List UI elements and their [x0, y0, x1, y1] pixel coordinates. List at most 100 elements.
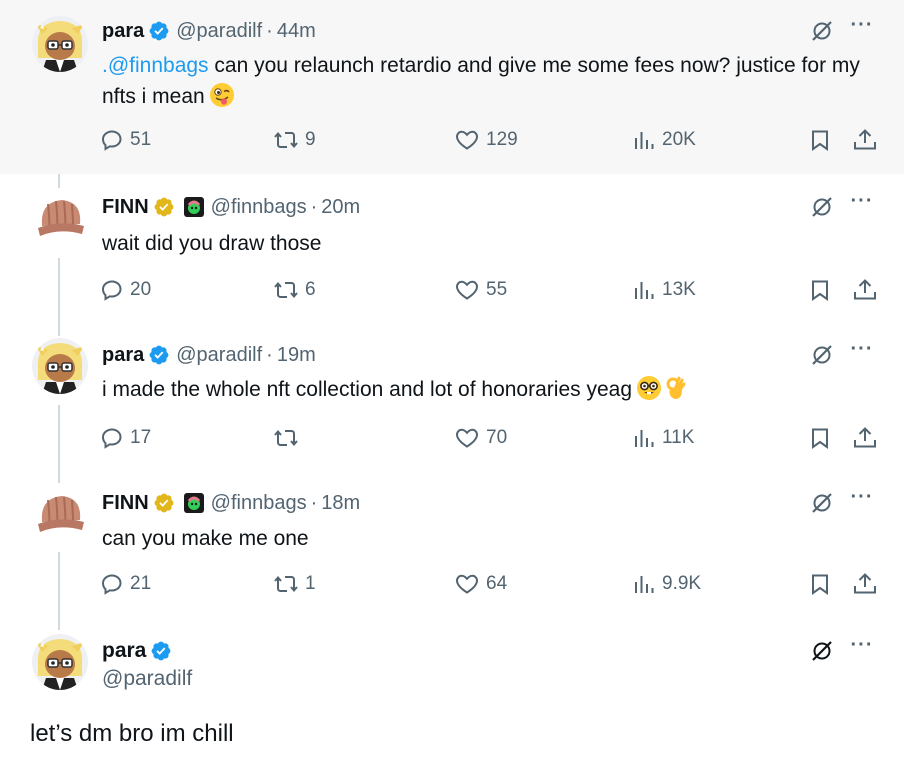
views-count: 11K: [662, 427, 695, 448]
reply-button[interactable]: 51: [100, 128, 151, 152]
user-handle[interactable]: @paradilf: [176, 344, 262, 367]
heart-icon: [455, 574, 479, 594]
avatar-finn[interactable]: [32, 190, 88, 246]
retweet-button[interactable]: 9: [273, 128, 316, 152]
tweet-finn-1[interactable]: FINN @finnbags · 20m ··· wait did you dr…: [0, 174, 904, 322]
grok-icon[interactable]: [810, 19, 834, 43]
timestamp[interactable]: 19m: [277, 344, 316, 367]
user-handle[interactable]: @paradilf: [102, 665, 192, 693]
share-button[interactable]: [852, 426, 878, 450]
heart-icon: [455, 428, 479, 448]
like-button[interactable]: 129: [454, 128, 518, 152]
tweet-para-2[interactable]: para @paradilf · 19m ··· i made the whol…: [0, 322, 904, 470]
avatar-para[interactable]: [32, 338, 88, 394]
reply-button[interactable]: 17: [100, 426, 151, 450]
user-handle[interactable]: @paradilf: [176, 20, 262, 43]
user-handle[interactable]: @finnbags: [211, 196, 307, 219]
like-count: 64: [486, 573, 508, 594]
display-name[interactable]: para: [102, 639, 146, 663]
views-button[interactable]: 11K: [632, 426, 694, 450]
tweet-text: can you make me one: [102, 527, 309, 550]
reply-count: 51: [130, 129, 152, 150]
display-name[interactable]: FINN: [102, 196, 149, 219]
mention-link[interactable]: .@finnbags: [102, 54, 209, 77]
separator: ·: [310, 491, 318, 514]
views-button[interactable]: 13K: [632, 278, 696, 302]
bookmark-icon: [812, 574, 828, 595]
verified-badge-icon: [150, 640, 172, 662]
views-button[interactable]: 20K: [632, 128, 696, 152]
reply-button[interactable]: 21: [100, 572, 151, 596]
retweet-button[interactable]: 6: [273, 278, 316, 302]
retweet-icon: [274, 131, 298, 149]
more-options-icon[interactable]: ···: [848, 191, 876, 219]
tweet-actions: 21 1 64 9.9K: [100, 572, 880, 600]
retweet-icon: [274, 429, 298, 447]
grok-icon[interactable]: [810, 195, 834, 219]
views-icon: [635, 576, 654, 593]
views-button[interactable]: 9.9K: [632, 572, 701, 596]
reply-icon: [101, 280, 122, 301]
ok-hand-icon: [664, 375, 686, 410]
share-button[interactable]: [852, 278, 878, 302]
more-options-icon[interactable]: ···: [848, 487, 876, 515]
grok-icon[interactable]: [810, 491, 834, 515]
gold-verified-badge-icon: [153, 492, 175, 514]
like-button[interactable]: 64: [454, 572, 507, 596]
more-options-icon[interactable]: ···: [848, 635, 876, 663]
tweet-text: i made the whole nft collection and lot …: [102, 374, 864, 410]
reply-count: 21: [130, 573, 152, 594]
display-name[interactable]: FINN: [102, 492, 149, 515]
bookmark-button[interactable]: [808, 572, 832, 596]
separator: ·: [266, 343, 273, 366]
retweet-button[interactable]: [273, 426, 305, 450]
grok-icon[interactable]: [810, 343, 834, 367]
display-name[interactable]: para: [102, 20, 144, 43]
views-icon: [635, 132, 654, 149]
avatar-finn[interactable]: [32, 486, 88, 542]
views-count: 9.9K: [662, 573, 702, 594]
affiliate-badge-icon[interactable]: [183, 492, 205, 514]
share-icon: [854, 129, 876, 150]
tweet-para-1[interactable]: para @paradilf · 44m ··· .@finnbags can …: [0, 0, 904, 174]
bookmark-button[interactable]: [808, 128, 832, 152]
reply-count: 17: [130, 427, 152, 448]
views-icon: [635, 282, 654, 299]
more-options-icon[interactable]: ···: [848, 15, 876, 43]
share-button[interactable]: [852, 572, 878, 596]
timestamp[interactable]: 44m: [277, 20, 316, 43]
display-name[interactable]: para: [102, 344, 144, 367]
avatar-para[interactable]: [32, 634, 88, 690]
user-handle[interactable]: @finnbags: [211, 492, 307, 515]
retweet-count: 9: [305, 129, 316, 150]
tweet-actions: 51 9 129 20K: [100, 128, 880, 156]
tweet-actions: 20 6 55 13K: [100, 278, 880, 306]
reply-icon: [101, 130, 122, 151]
more-options-icon[interactable]: ···: [848, 339, 876, 367]
bookmark-icon: [812, 280, 828, 301]
affiliate-badge-icon[interactable]: [183, 196, 205, 218]
like-button[interactable]: 55: [454, 278, 507, 302]
retweet-button[interactable]: 1: [273, 572, 316, 596]
bookmark-icon: [812, 130, 828, 151]
tweet-text: wait did you draw those: [102, 232, 322, 255]
like-count: 129: [486, 129, 518, 150]
bookmark-button[interactable]: [808, 278, 832, 302]
share-icon: [854, 279, 876, 300]
main-tweet-text: let’s dm bro im chill: [30, 720, 234, 747]
like-count: 70: [486, 427, 508, 448]
like-button[interactable]: 70: [454, 426, 507, 450]
tweet-header: FINN @finnbags · 18m: [102, 490, 360, 516]
views-count: 20K: [662, 129, 696, 150]
grok-icon[interactable]: [810, 639, 834, 663]
timestamp[interactable]: 18m: [321, 492, 360, 515]
views-count: 13K: [662, 279, 696, 300]
tweet-finn-2[interactable]: FINN @finnbags · 18m ··· can you make me…: [0, 470, 904, 618]
reply-button[interactable]: 20: [100, 278, 151, 302]
avatar-para[interactable]: [32, 16, 88, 72]
like-count: 55: [486, 279, 508, 300]
timestamp[interactable]: 20m: [321, 196, 360, 219]
bookmark-button[interactable]: [808, 426, 832, 450]
tweet-text-content: i made the whole nft collection and lot …: [102, 378, 632, 401]
share-button[interactable]: [852, 128, 878, 152]
